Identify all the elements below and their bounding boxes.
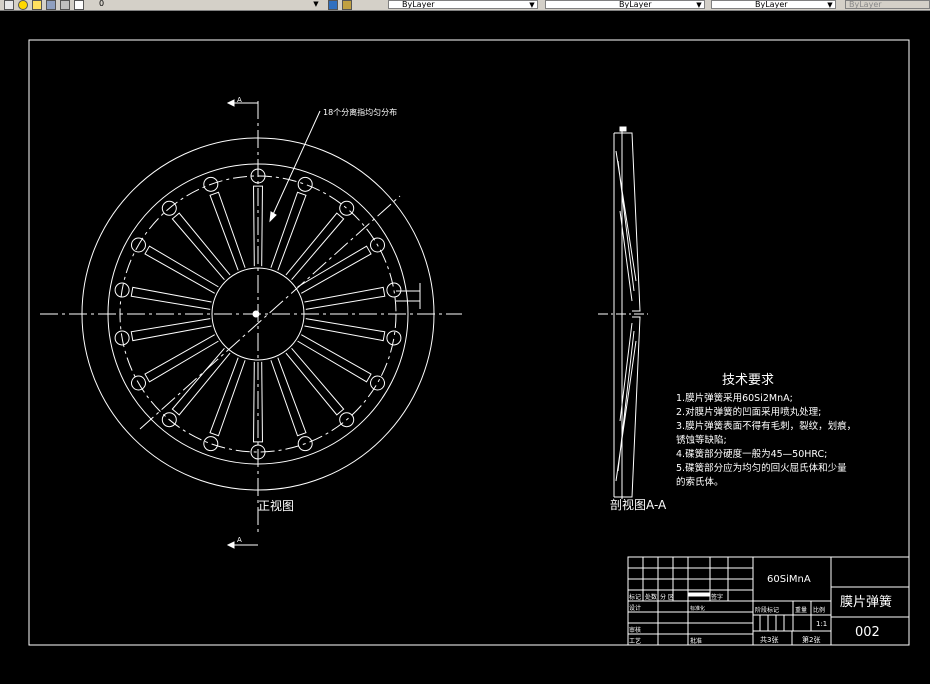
- finger-slot: [304, 318, 386, 342]
- tech-line-5: 4.碟簧部分硬度一般为45—50HRC;: [676, 448, 827, 460]
- layer-dropdown-value: 0: [99, 0, 105, 8]
- front-view-label: 正视图: [258, 498, 294, 513]
- label-approve: 批准: [690, 637, 702, 645]
- label-review: 审核: [629, 626, 641, 634]
- label-zone: 分 区: [660, 593, 674, 601]
- finger-slot: [285, 347, 345, 416]
- section-arrow-bottom: [226, 541, 235, 549]
- finger-slot: [209, 191, 246, 271]
- finger-slot: [297, 245, 372, 294]
- chevron-down-icon[interactable]: ▼: [826, 1, 834, 8]
- finger-slot: [130, 318, 212, 342]
- finger-hole: [297, 176, 313, 192]
- section-hatch-upper: [615, 150, 637, 302]
- drawing-canvas[interactable]: A A 18个分离指均匀分布 正视图 剖视图A-A 技术要求 1.膜片弹簧采用6…: [0, 11, 930, 680]
- tech-line-7: 的索氏体。: [676, 476, 724, 488]
- finger-slot: [285, 212, 345, 281]
- plotstyle-dropdown[interactable]: ByLayer: [845, 0, 930, 9]
- fingers-note: 18个分离指均匀分布: [323, 107, 397, 117]
- finger-slot: [171, 212, 231, 281]
- label-standard: 标准化: [690, 605, 705, 612]
- material-text: 60SiMnA: [767, 574, 811, 585]
- label-process: 工艺: [629, 637, 641, 645]
- part-name-text: 膜片弹簧: [840, 594, 892, 610]
- label-count: 处数: [645, 593, 657, 601]
- color-dropdown[interactable]: ByLayer ▼: [388, 0, 538, 9]
- tech-line-3: 3.膜片弹簧表面不得有毛刺，裂纹，划痕，: [676, 420, 856, 432]
- make-current-icon[interactable]: [328, 0, 338, 10]
- section-arrow-top: [226, 99, 235, 107]
- tech-line-4: 锈蚀等缺陷;: [676, 434, 727, 446]
- chevron-down-icon[interactable]: ▼: [695, 1, 703, 8]
- finger-hole: [339, 200, 355, 216]
- section-mark-top-label: A: [237, 96, 242, 104]
- layer-dropdown[interactable]: 0 ▼: [96, 0, 321, 9]
- scale-text: 1:1: [816, 620, 827, 628]
- finger-slot: [144, 334, 219, 383]
- finger-slot: [209, 357, 246, 437]
- plotstyle-dropdown-value: ByLayer: [849, 0, 882, 9]
- cad-drawing: A A 18个分离指均匀分布 正视图 剖视图A-A 技术要求 1.膜片弹簧采用6…: [28, 39, 910, 646]
- sheet-number-text: 第2张: [802, 635, 820, 644]
- finger-hole: [203, 436, 219, 452]
- layer-manager-icon[interactable]: [4, 0, 14, 10]
- finger-slot: [297, 334, 372, 383]
- finger-hole: [386, 330, 402, 346]
- tech-title: 技术要求: [722, 373, 774, 388]
- lineweight-dropdown-value: ByLayer: [755, 0, 788, 9]
- note-leader-line: [269, 110, 321, 222]
- color-swatch-icon[interactable]: [74, 0, 84, 10]
- finger-slot: [270, 357, 307, 437]
- section-view: [598, 126, 648, 499]
- finger-slot: [130, 286, 212, 310]
- linetype-dropdown-value: ByLayer: [619, 0, 652, 9]
- label-signature: 签字: [711, 593, 723, 601]
- label-ratio: 比例: [813, 606, 825, 614]
- drawing-number-text: 002: [855, 625, 880, 640]
- color-dropdown-value: ByLayer: [402, 0, 435, 9]
- label-revision: 标记: [629, 593, 641, 601]
- sheets-total-text: 共3张: [760, 635, 778, 644]
- section-mark-bottom-label: A: [237, 536, 242, 544]
- center-point: [252, 310, 260, 318]
- finger-hole: [370, 375, 386, 391]
- bulb-icon[interactable]: [18, 0, 28, 10]
- chevron-down-icon[interactable]: ▼: [528, 1, 536, 8]
- section-top-tab: [619, 126, 627, 132]
- viewport-icon[interactable]: [46, 0, 56, 10]
- properties-toolbar: 0 ▼ ByLayer ▼ ByLayer ▼ ByLayer ▼ ByLaye…: [0, 0, 930, 11]
- label-weight: 重量: [795, 606, 807, 614]
- drawing-border: [28, 39, 910, 646]
- section-cut-line: [139, 195, 401, 430]
- tech-line-2: 2.对膜片弹簧的凹面采用喷丸处理;: [676, 406, 821, 418]
- finger-slot: [144, 245, 219, 294]
- label-design: 设计: [629, 604, 641, 612]
- finger-slot: [171, 347, 231, 416]
- sun-icon[interactable]: [32, 0, 42, 10]
- layer-previous-icon[interactable]: [342, 0, 352, 10]
- lock-icon[interactable]: [60, 0, 70, 10]
- chevron-down-icon[interactable]: ▼: [312, 0, 320, 8]
- finger-slot: [270, 191, 307, 271]
- note-leader-arrow: [269, 211, 277, 223]
- section-hatch-lower: [615, 322, 637, 482]
- lineweight-dropdown[interactable]: ByLayer ▼: [711, 0, 836, 9]
- finger-slot: [304, 286, 386, 310]
- section-view-label: 剖视图A-A: [610, 497, 667, 512]
- front-view: [40, 99, 462, 549]
- label-stage: 阶段标记: [755, 606, 779, 614]
- linetype-dropdown[interactable]: ByLayer ▼: [545, 0, 705, 9]
- tech-line-6: 5.碟簧部分应为均匀的回火屈氏体和少量: [676, 462, 847, 474]
- finger-hole: [386, 282, 402, 298]
- tech-line-1: 1.膜片弹簧采用60Si2MnA;: [676, 392, 793, 404]
